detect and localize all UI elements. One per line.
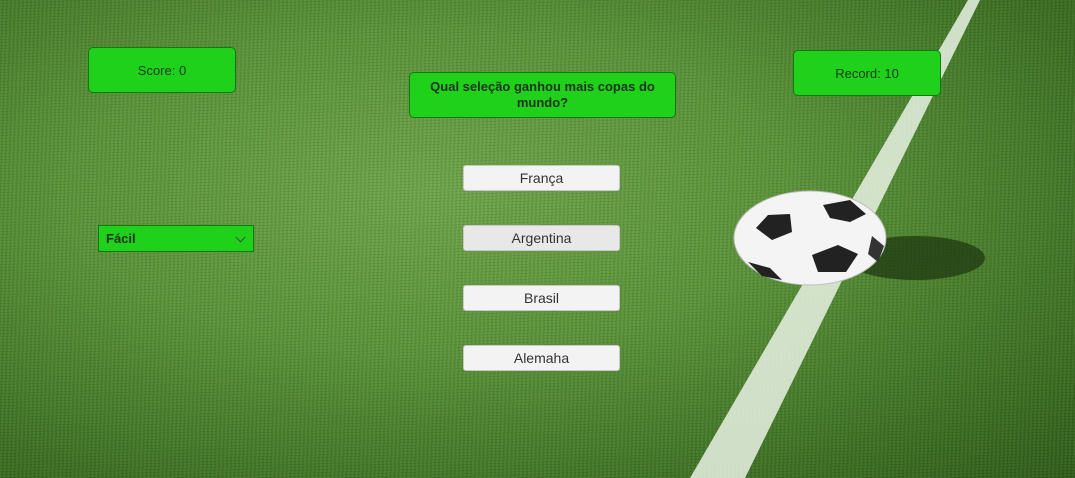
difficulty-selected: Fácil	[106, 231, 136, 246]
question-panel: Qual seleção ganhou mais copas do mundo?	[409, 72, 676, 118]
score-label: Score: 0	[137, 62, 187, 78]
answer-label: Alemaha	[513, 350, 570, 366]
record-display: Record: 10	[793, 50, 941, 96]
score-display: Score: 0	[88, 47, 236, 93]
difficulty-dropdown[interactable]: Fácil	[98, 225, 254, 252]
answer-button-1[interactable]: França	[463, 165, 620, 191]
answer-label: Brasil	[523, 290, 559, 306]
answer-button-4[interactable]: Alemaha	[463, 345, 620, 371]
answer-button-3[interactable]: Brasil	[463, 285, 620, 311]
chevron-down-icon	[235, 232, 246, 243]
answer-label: França	[519, 170, 564, 186]
answer-label: Argentina	[511, 230, 572, 246]
soccer-ball-icon	[733, 190, 887, 286]
answer-button-2[interactable]: Argentina	[463, 225, 620, 251]
question-text: Qual seleção ganhou mais copas do mundo?	[430, 79, 655, 110]
record-label: Record: 10	[835, 65, 899, 81]
